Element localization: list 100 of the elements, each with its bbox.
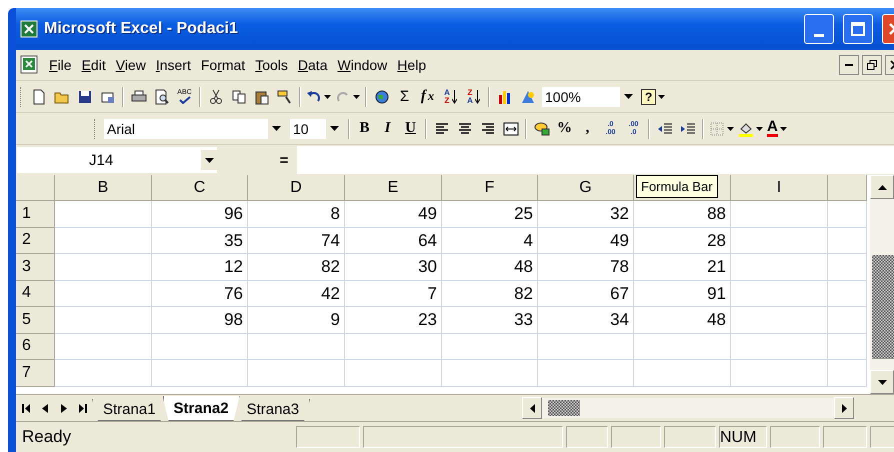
next-sheet-icon[interactable]: [60, 404, 66, 412]
menu-item[interactable]: Format: [196, 55, 250, 75]
caret-icon[interactable]: [780, 126, 787, 130]
save-icon[interactable]: [76, 88, 92, 104]
comma-button[interactable]: ,: [576, 116, 599, 140]
autosum-button[interactable]: Σ: [393, 84, 416, 108]
print-preview-icon[interactable]: [154, 88, 170, 104]
scroll-left-button[interactable]: [522, 397, 542, 419]
sort-ascending-button[interactable]: A Z: [439, 84, 462, 108]
right-arrow-icon: [842, 404, 846, 412]
maximize-button[interactable]: [843, 14, 873, 44]
font-dropdown[interactable]: Arial: [104, 118, 284, 138]
table-cell: 82: [442, 280, 538, 307]
paste-icon[interactable]: [254, 88, 270, 104]
menu-item[interactable]: Insert: [150, 55, 196, 75]
caret-icon[interactable]: [324, 94, 331, 98]
italic-button[interactable]: I: [376, 116, 399, 140]
row-header[interactable]: 7: [16, 360, 55, 386]
minimize-button[interactable]: [839, 55, 859, 75]
new-document-icon[interactable]: [30, 88, 46, 104]
menu-item[interactable]: Window: [332, 55, 392, 75]
last-sheet-icon[interactable]: [78, 404, 86, 412]
column-header[interactable]: I: [731, 175, 828, 201]
scroll-right-button[interactable]: [834, 397, 854, 419]
copy-icon[interactable]: [230, 88, 246, 104]
paintbrush-icon[interactable]: [276, 88, 292, 104]
zoom-dropdown[interactable]: 100%: [542, 86, 636, 106]
menu-item[interactable]: Edit: [76, 55, 111, 75]
row-header[interactable]: 4: [16, 280, 55, 307]
table-cell: 67: [538, 280, 634, 307]
column-header[interactable]: G: [538, 175, 634, 201]
table-cell: 74: [248, 228, 345, 254]
align-left-icon[interactable]: [434, 120, 450, 136]
scroll-up-button[interactable]: [870, 175, 894, 199]
table-cell: [828, 228, 867, 254]
table-cell: 12: [152, 254, 248, 280]
menu-item[interactable]: Data: [292, 55, 332, 75]
align-right-icon[interactable]: [480, 120, 496, 136]
percent-button[interactable]: %: [553, 116, 576, 140]
bar-chart-icon[interactable]: [496, 88, 512, 104]
merge-center-icon[interactable]: [502, 120, 518, 136]
paint-bucket-icon[interactable]: [738, 120, 754, 136]
underline-button[interactable]: U: [399, 116, 422, 140]
column-header[interactable]: D: [248, 175, 345, 201]
caret-icon[interactable]: [756, 126, 763, 130]
menu-item[interactable]: Help: [392, 55, 432, 75]
table-cell: 25: [442, 201, 538, 228]
column-header[interactable]: C: [152, 175, 248, 201]
down-arrow-icon: [452, 90, 457, 104]
workbook-icon: [20, 55, 40, 75]
sheet-tab[interactable]: Strana2: [162, 396, 240, 421]
menu-item[interactable]: Tools: [250, 55, 293, 75]
drawing-icon[interactable]: [520, 88, 536, 104]
menu-item[interactable]: View: [110, 55, 151, 75]
row-header[interactable]: 2: [16, 228, 55, 254]
formula-field[interactable]: [297, 146, 894, 174]
previous-sheet-icon[interactable]: [42, 404, 48, 412]
caret-icon[interactable]: [658, 94, 666, 98]
menu-item[interactable]: File: [44, 55, 77, 75]
dropdown-arrow-icon[interactable]: [204, 158, 214, 162]
caret-icon[interactable]: [727, 126, 734, 130]
column-header[interactable]: E: [345, 175, 442, 201]
increase-indent-icon[interactable]: [680, 120, 696, 136]
currency-icon[interactable]: [534, 120, 550, 136]
name-box[interactable]: J14: [17, 147, 217, 173]
first-sheet-icon[interactable]: [22, 404, 30, 412]
table-cell: 9: [248, 307, 345, 334]
dropdown-arrow-icon[interactable]: [272, 126, 280, 131]
column-header[interactable]: B: [55, 175, 152, 201]
caret-icon[interactable]: [353, 94, 360, 98]
decrease-indent-icon[interactable]: [656, 120, 672, 136]
row-header[interactable]: 3: [16, 254, 55, 280]
dropdown-arrow-icon[interactable]: [624, 94, 632, 99]
undo-icon[interactable]: [306, 88, 322, 104]
scroll-thumb[interactable]: [548, 400, 580, 416]
font-size-dropdown[interactable]: 10: [290, 118, 342, 138]
dropdown-arrow-icon[interactable]: [330, 126, 338, 131]
row-header[interactable]: 5: [16, 307, 55, 334]
row-header[interactable]: 6: [16, 334, 55, 360]
scroll-thumb[interactable]: [872, 255, 894, 359]
font-color-button[interactable]: A: [767, 120, 778, 137]
help-button[interactable]: ?: [641, 88, 656, 104]
minimize-icon: [814, 34, 824, 36]
vertical-scrollbar[interactable]: [870, 175, 894, 394]
bold-button[interactable]: B: [353, 116, 376, 140]
sort-descending-button[interactable]: Z A: [462, 84, 485, 108]
printer-icon[interactable]: [130, 88, 146, 104]
align-center-icon[interactable]: [456, 120, 472, 136]
globe-icon[interactable]: [374, 88, 390, 104]
table-cell: 76: [152, 280, 248, 307]
status-pane: [296, 426, 360, 448]
table-cell: 98: [152, 307, 248, 334]
scissors-icon[interactable]: [208, 88, 224, 104]
scroll-down-button[interactable]: [870, 370, 894, 394]
table-cell: 49: [538, 228, 634, 254]
row-header[interactable]: 1: [16, 201, 55, 228]
horizontal-scrollbar[interactable]: [522, 398, 854, 418]
column-header[interactable]: F: [442, 175, 538, 201]
restore-button[interactable]: [862, 55, 882, 75]
formula-equals-button[interactable]: =: [217, 152, 297, 168]
